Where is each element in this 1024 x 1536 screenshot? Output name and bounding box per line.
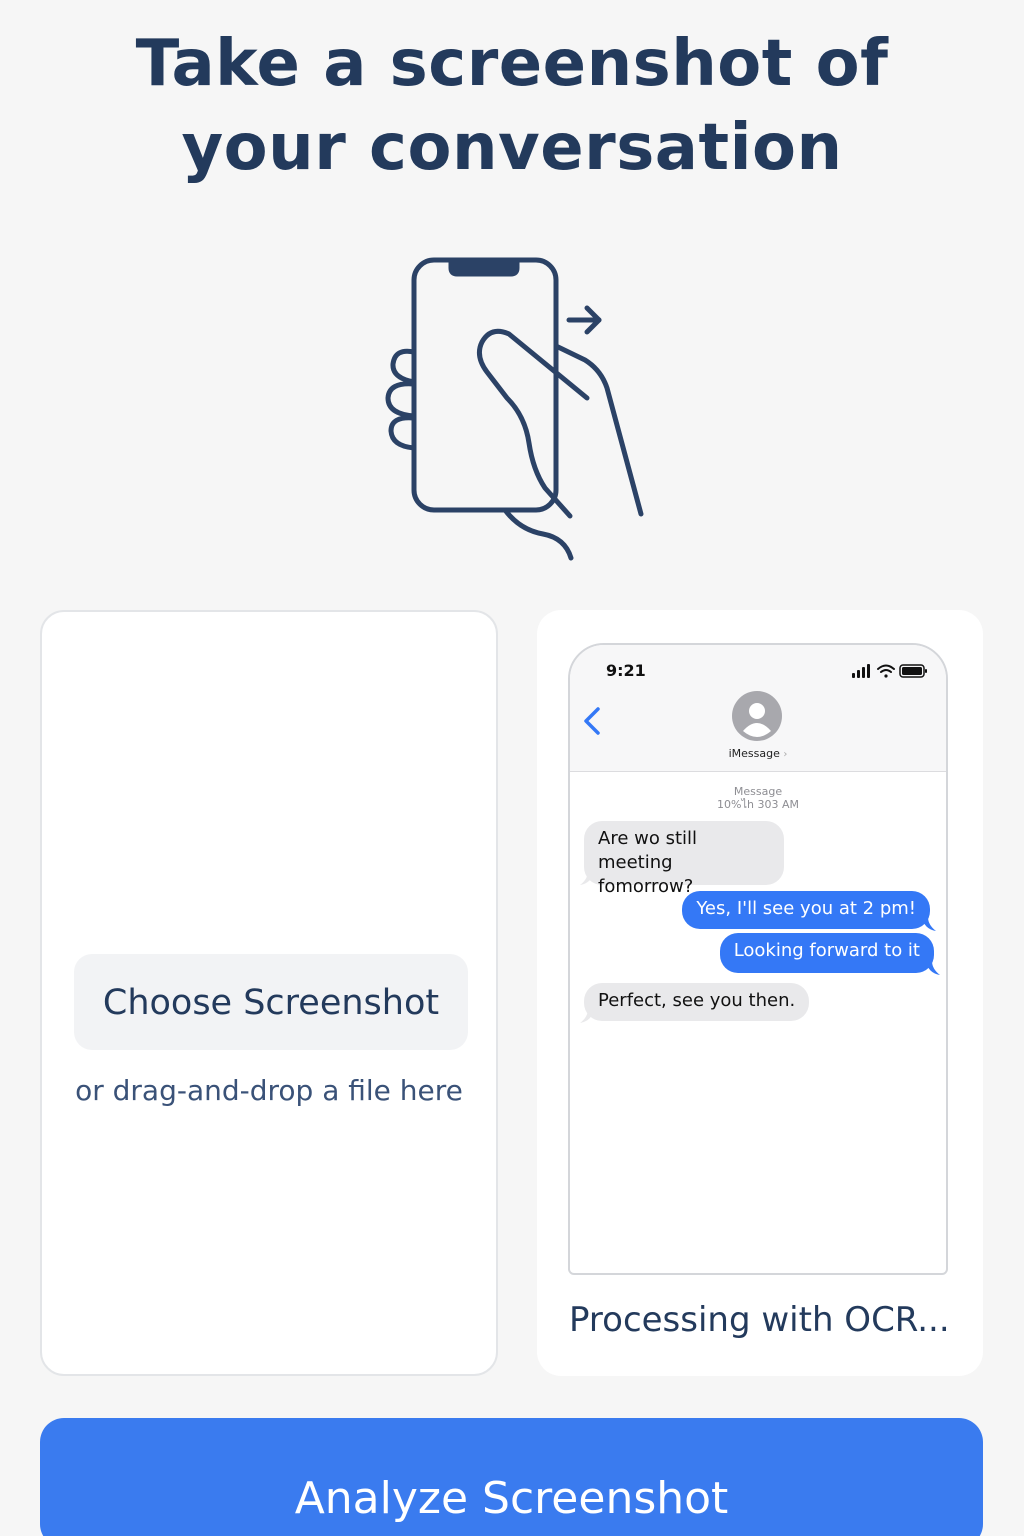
page: Take a screenshot of your conversation C… bbox=[0, 0, 1024, 1536]
message-bubble-outgoing: Yes, I'll see you at 2 pm! bbox=[682, 891, 930, 929]
phone-preview: 9:21 iMessage › Message 10%ไh 303 AM Are… bbox=[568, 643, 948, 1275]
title-line-1: Take a screenshot of bbox=[135, 27, 889, 101]
bubble-tail-icon bbox=[926, 961, 940, 975]
choose-screenshot-button[interactable]: Choose Screenshot bbox=[74, 954, 468, 1050]
contact-label: iMessage bbox=[728, 747, 780, 760]
analyze-screenshot-button[interactable]: Analyze Screenshot bbox=[40, 1418, 983, 1536]
drag-drop-hint: or drag-and-drop a file here bbox=[75, 1074, 463, 1107]
contact-avatar[interactable] bbox=[732, 691, 782, 741]
back-chevron-icon[interactable] bbox=[578, 703, 606, 739]
processing-status: Processing with OCR... bbox=[569, 1300, 950, 1340]
contact-name[interactable]: iMessage › bbox=[570, 747, 946, 760]
preview-card: 9:21 iMessage › Message 10%ไh 303 AM Are… bbox=[537, 610, 983, 1376]
page-title: Take a screenshot of your conversation bbox=[0, 22, 1024, 190]
message-bubble-incoming: Perfect, see you then. bbox=[584, 983, 810, 1021]
title-line-2: your conversation bbox=[181, 111, 843, 185]
message-bubble-incoming: Are wo still meeting fomorrow? bbox=[584, 821, 784, 897]
message-bubble-outgoing: Looking forward to it bbox=[719, 933, 934, 973]
meta-line-2: 10%ไh 303 AM bbox=[717, 798, 799, 811]
signal-icon bbox=[852, 664, 870, 678]
contact-chevron: › bbox=[783, 749, 788, 760]
status-time: 9:21 bbox=[606, 661, 646, 680]
wifi-icon bbox=[877, 664, 895, 678]
upload-card[interactable]: Choose Screenshot or drag-and-drop a fil… bbox=[40, 610, 498, 1376]
message-timestamp: Message 10%ไh 303 AM bbox=[570, 785, 946, 811]
hand-holding-phone-icon bbox=[375, 248, 655, 568]
battery-icon bbox=[899, 664, 927, 678]
status-icons bbox=[852, 663, 928, 679]
bubble-tail-icon bbox=[580, 1009, 594, 1023]
bubble-tail-icon bbox=[922, 917, 936, 931]
messages-header: 9:21 iMessage › bbox=[570, 645, 946, 772]
bubble-tail-icon bbox=[580, 871, 594, 885]
meta-line-1: Message bbox=[733, 785, 783, 798]
